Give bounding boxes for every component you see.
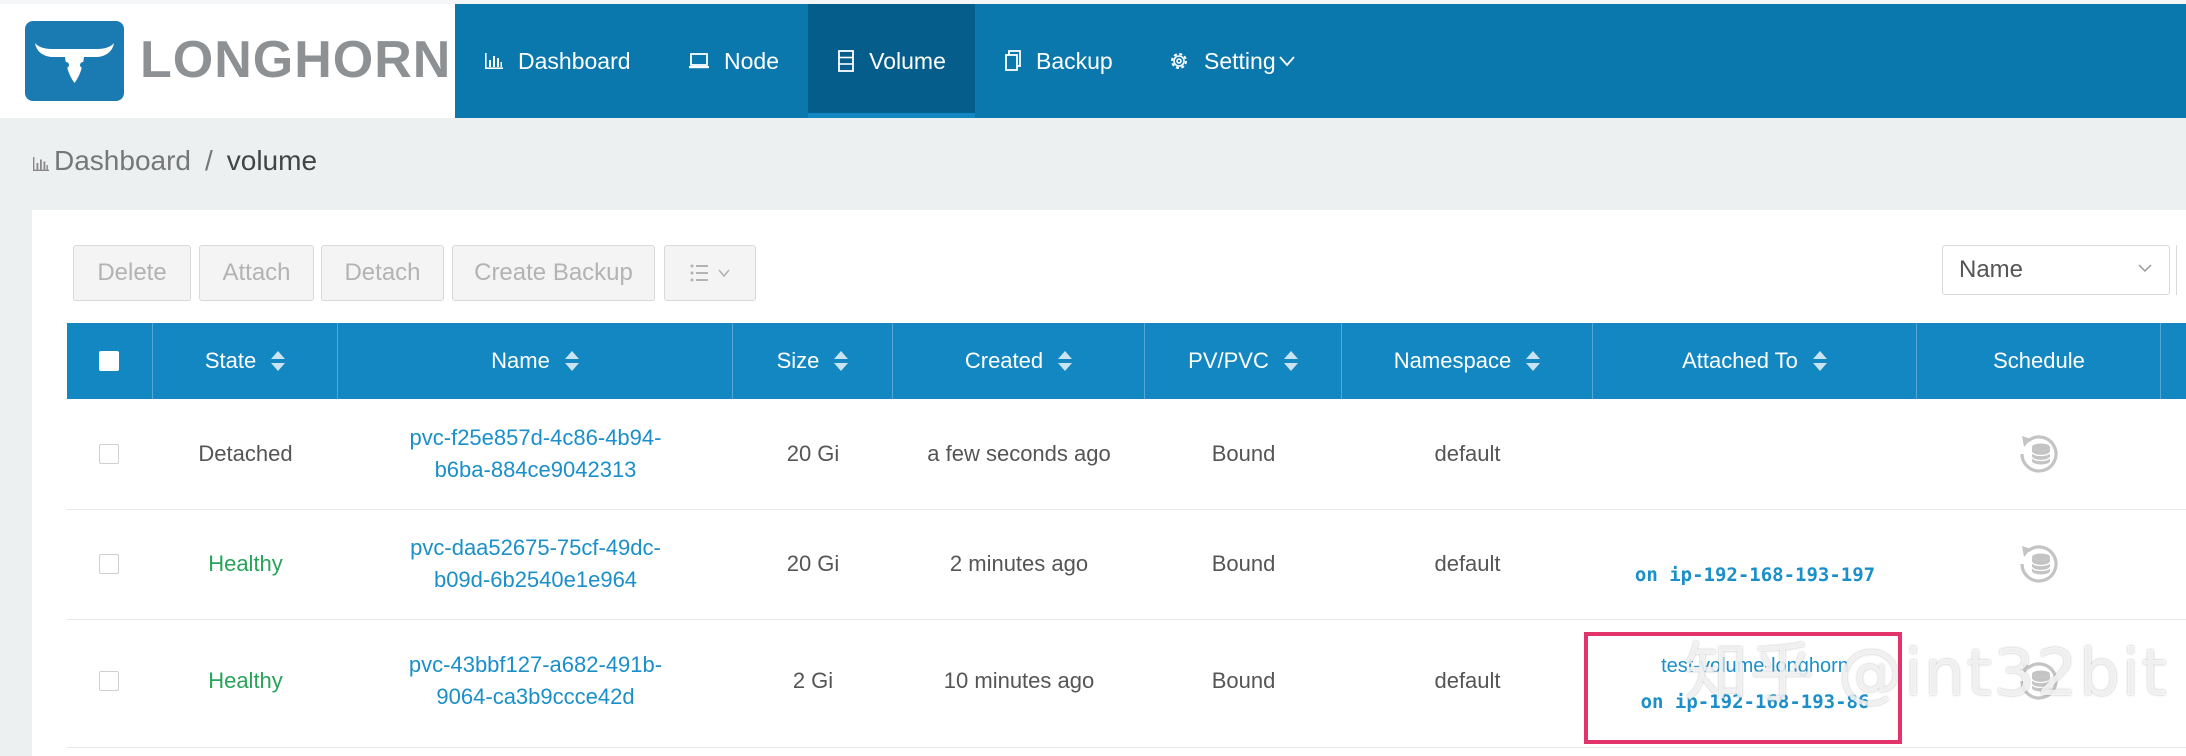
schedule-icon[interactable]	[1917, 509, 2161, 619]
nav-setting[interactable]: Setting	[1168, 4, 1310, 118]
active-indicator	[808, 113, 975, 118]
pvpvc-cell: Bound	[1211, 441, 1276, 466]
state-cell: Detached	[198, 441, 293, 466]
row-checkbox[interactable]	[99, 671, 119, 691]
column-header-pvpvc[interactable]: PV/PVC	[1145, 323, 1342, 399]
sort-icon	[564, 351, 579, 371]
nav-label: Setting	[1204, 47, 1276, 74]
nav-dashboard[interactable]: Dashboard	[484, 4, 631, 118]
namespace-cell: default	[1434, 668, 1501, 693]
sort-icon	[834, 351, 849, 371]
delete-button[interactable]: Delete	[73, 245, 191, 301]
nav-label: Dashboard	[518, 47, 631, 74]
database-icon	[838, 50, 855, 72]
volume-name-link[interactable]: pvc-43bbf127-a682-491b- 9064-ca3b9ccce42…	[338, 619, 733, 743]
size-cell: 2 Gi	[792, 668, 834, 693]
namespace-cell: default	[1434, 441, 1501, 466]
nav-node[interactable]: Node	[688, 4, 779, 118]
column-header-created[interactable]: Created	[893, 323, 1145, 399]
pvpvc-cell: Bound	[1211, 551, 1276, 576]
chevron-down-icon	[2138, 264, 2152, 273]
table-row: Healthy pvc-daa52675-75cf-49dc- b09d-6b2…	[67, 509, 2186, 620]
created-cell: a few seconds ago	[927, 441, 1111, 466]
sort-select-value: Name	[1959, 256, 2024, 283]
attach-button[interactable]: Attach	[199, 245, 314, 301]
search-input-edge[interactable]	[2176, 245, 2186, 295]
state-cell: Healthy	[208, 668, 283, 693]
watermark-text: 知乎 @int32bit	[1684, 637, 2169, 711]
nav-label: Node	[724, 47, 779, 74]
table-row: Detached pvc-f25e857d-4c86-4b94- b6ba-88…	[67, 399, 2186, 510]
nav-backup[interactable]: Backup	[1004, 4, 1113, 118]
copy-icon	[1005, 50, 1021, 71]
volume-name-link[interactable]: pvc-f25e857d-4c86-4b94- b6ba-884ce904231…	[338, 399, 733, 509]
table-header: State Name Size Created PV/PVC Namespace…	[67, 323, 2186, 399]
volume-name-link[interactable]: pvc-daa52675-75cf-49dc- b09d-6b2540e1e96…	[338, 509, 733, 619]
chevron-down-icon	[1278, 56, 1295, 67]
breadcrumb-home-link[interactable]: Dashboard	[54, 145, 191, 177]
nav-label: Volume	[869, 47, 946, 74]
list-icon	[690, 264, 708, 282]
attached-node-text: on ip-192-168-193-197	[1634, 564, 1876, 586]
column-header-size[interactable]: Size	[733, 323, 893, 399]
size-cell: 20 Gi	[786, 441, 840, 466]
create-backup-button[interactable]: Create Backup	[452, 245, 655, 301]
brand-name: LONGHORN	[140, 31, 452, 89]
size-cell: 20 Gi	[786, 551, 840, 576]
select-all-checkbox[interactable]	[99, 351, 119, 371]
sort-select[interactable]: Name	[1942, 245, 2170, 295]
nav-volume[interactable]: Volume	[808, 4, 975, 118]
nav-label: Backup	[1036, 47, 1113, 74]
longhorn-logo-icon	[25, 21, 124, 101]
top-navbar: LONGHORN Dashboard Node Volume Backup Se…	[0, 0, 2186, 118]
gear-icon	[1171, 53, 1187, 69]
laptop-icon	[689, 53, 709, 69]
row-checkbox[interactable]	[99, 554, 119, 574]
breadcrumb: Dashboard / volume	[32, 144, 317, 178]
column-header-state[interactable]: State	[153, 323, 338, 399]
sort-icon	[1526, 351, 1541, 371]
schedule-icon[interactable]	[1917, 399, 2161, 509]
column-header-name[interactable]: Name	[338, 323, 733, 399]
row-checkbox[interactable]	[99, 444, 119, 464]
column-divider	[2160, 323, 2161, 399]
bar-chart-icon	[485, 53, 503, 69]
sort-icon	[1812, 351, 1827, 371]
column-header-schedule: Schedule	[1993, 348, 2085, 373]
breadcrumb-current: volume	[226, 145, 318, 176]
pvpvc-cell: Bound	[1211, 668, 1276, 693]
namespace-cell: default	[1434, 551, 1501, 576]
bulk-actions-dropdown[interactable]	[664, 245, 756, 301]
created-cell: 10 minutes ago	[943, 668, 1095, 693]
brand-area[interactable]: LONGHORN	[0, 4, 455, 118]
sort-icon	[271, 351, 286, 371]
breadcrumb-separator: /	[204, 145, 213, 176]
detach-button[interactable]: Detach	[321, 245, 444, 301]
column-header-namespace[interactable]: Namespace	[1342, 323, 1593, 399]
chevron-down-icon	[718, 269, 730, 278]
column-header-attached-to[interactable]: Attached To	[1593, 323, 1917, 399]
sort-icon	[1283, 351, 1298, 371]
bar-chart-icon	[33, 157, 49, 171]
created-cell: 2 minutes ago	[949, 551, 1089, 576]
state-cell: Healthy	[208, 551, 283, 576]
sort-icon	[1058, 351, 1073, 371]
